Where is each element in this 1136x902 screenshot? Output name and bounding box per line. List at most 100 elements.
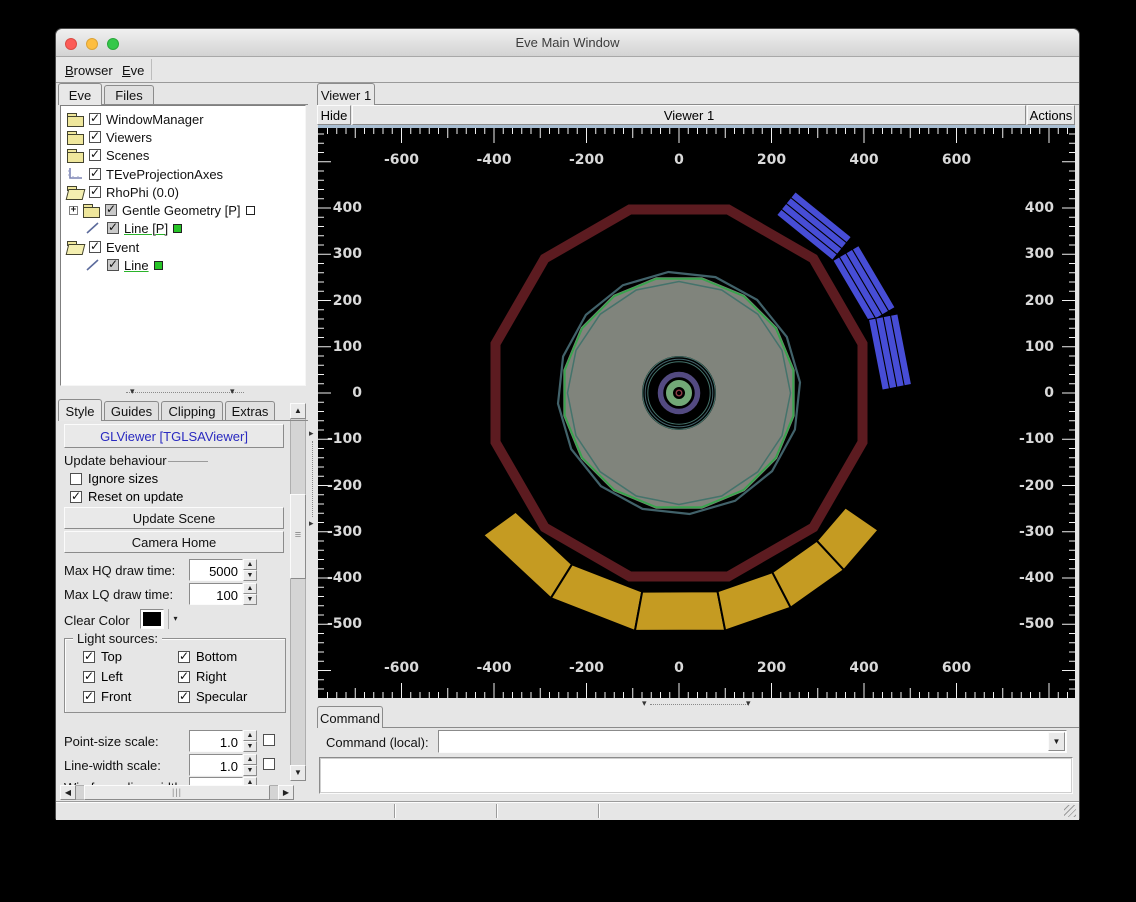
editor-vscroll-thumb[interactable]: ≡ [290, 494, 306, 579]
splitter-collapse-icon[interactable]: ▸ [309, 429, 314, 438]
splitter-collapse-icon[interactable]: ▾ [130, 387, 135, 396]
tab-clipping[interactable]: Clipping [161, 401, 223, 421]
editor-vscroll-track[interactable] [290, 403, 306, 781]
tree-item-checkbox[interactable] [89, 129, 101, 143]
wireframe-input[interactable] [189, 777, 243, 785]
tree-item-gentle-geometry[interactable]: + Gentle Geometry [P] [63, 201, 303, 219]
max-hq-input[interactable] [189, 559, 243, 581]
max-lq-input[interactable] [189, 583, 243, 605]
expand-plus-icon[interactable]: + [69, 205, 78, 215]
tree-item-checkbox[interactable] [89, 239, 101, 253]
combo-dropdown-icon[interactable]: ▼ [1048, 732, 1065, 751]
splitter-collapse-icon[interactable]: ▾ [642, 699, 647, 708]
light-specular-row[interactable]: Specular [178, 689, 247, 704]
ignore-sizes-row[interactable]: Ignore sizes [70, 471, 158, 486]
tree-item-label[interactable]: RhoPhi (0.0) [106, 185, 179, 200]
command-input[interactable] [441, 733, 1046, 750]
spin-up-icon[interactable]: ▲ [243, 754, 257, 765]
tree-item-checkbox[interactable] [89, 147, 101, 161]
gl-viewer-canvas[interactable]: -600 -600 -400 -400 -200 -200 0 0 200 200 400 400 60… [318, 125, 1075, 698]
spin-up-icon[interactable]: ▲ [243, 583, 257, 594]
tree-item-checkbox[interactable] [107, 220, 119, 234]
splitter-collapse-icon[interactable]: ▾ [230, 387, 235, 396]
camera-home-button[interactable]: Camera Home [64, 531, 284, 553]
tree-item-line-p[interactable]: Line [P] [63, 219, 303, 237]
glviewer-name-button[interactable]: GLViewer [TGLSAViewer] [64, 424, 284, 448]
spin-down-icon[interactable]: ▼ [243, 594, 257, 605]
tab-viewer-1[interactable]: Viewer 1 [317, 83, 375, 105]
spin-up-icon[interactable]: ▲ [243, 730, 257, 741]
point-size-input[interactable] [189, 730, 243, 752]
tree-item-label[interactable]: WindowManager [106, 112, 204, 127]
tree-item-checkbox[interactable] [105, 202, 117, 216]
menu-eve[interactable]: Eve [118, 61, 148, 80]
tree-item-label[interactable]: Event [106, 240, 139, 255]
spin-down-icon[interactable]: ▼ [243, 570, 257, 581]
light-right-row[interactable]: Right [178, 669, 226, 684]
scroll-up-icon[interactable]: ▲ [290, 403, 306, 419]
command-splitter[interactable] [650, 704, 748, 705]
tree-item-checkbox[interactable] [89, 166, 101, 180]
tree-item-label[interactable]: Scenes [106, 148, 149, 163]
color-swatch[interactable] [173, 223, 183, 233]
actions-button[interactable]: Actions [1027, 105, 1075, 125]
tree-item-label[interactable]: Viewers [106, 130, 152, 145]
tree-item-label[interactable]: Gentle Geometry [P] [122, 203, 241, 218]
tree-item-label[interactable]: TEveProjectionAxes [106, 167, 223, 182]
viewer-title-bar[interactable]: Viewer 1 [352, 105, 1026, 125]
line-width-checkbox[interactable] [263, 758, 275, 770]
light-top-row[interactable]: Top [83, 649, 122, 664]
light-top-checkbox[interactable] [83, 649, 95, 663]
clear-color-dropdown-icon[interactable]: ▾ [168, 609, 182, 629]
scroll-down-icon[interactable]: ▼ [290, 765, 306, 781]
clear-color-swatch-frame[interactable] [140, 609, 164, 629]
tree-splitter[interactable] [126, 392, 244, 393]
tree-item-label[interactable]: Line [P] [124, 221, 168, 236]
light-left-row[interactable]: Left [83, 669, 123, 684]
scroll-right-icon[interactable]: ▶ [278, 785, 294, 800]
tree-item-event[interactable]: Event [63, 238, 303, 256]
spin-up-icon[interactable]: ▲ [243, 777, 257, 785]
color-swatch[interactable] [153, 260, 163, 270]
light-front-row[interactable]: Front [83, 689, 131, 704]
scene-tree[interactable]: WindowManager Viewers Scenes TEveProject… [60, 105, 306, 386]
ignore-sizes-checkbox[interactable] [70, 472, 82, 485]
panel-splitter[interactable]: ▸ ▸ [308, 83, 317, 801]
command-output[interactable] [319, 757, 1073, 794]
update-scene-button[interactable]: Update Scene [64, 507, 284, 529]
menu-browser[interactable]: Browser [61, 61, 117, 80]
tab-command[interactable]: Command [317, 706, 383, 728]
tree-item-viewers[interactable]: Viewers [63, 128, 303, 146]
spin-down-icon[interactable]: ▼ [243, 741, 257, 752]
tab-guides[interactable]: Guides [104, 401, 159, 421]
light-bottom-checkbox[interactable] [178, 649, 190, 663]
tab-files[interactable]: Files [104, 85, 154, 105]
light-bottom-row[interactable]: Bottom [178, 649, 237, 664]
tab-style[interactable]: Style [58, 399, 102, 421]
tree-item-checkbox[interactable] [89, 111, 101, 125]
light-right-checkbox[interactable] [178, 669, 190, 683]
light-specular-checkbox[interactable] [178, 689, 190, 703]
tab-eve[interactable]: Eve [58, 83, 102, 105]
title-bar[interactable]: Eve Main Window [56, 29, 1079, 57]
command-combobox[interactable]: ▼ [438, 730, 1067, 753]
tree-item-checkbox[interactable] [89, 184, 101, 198]
tree-item-label[interactable]: Line [124, 258, 149, 273]
color-swatch[interactable] [245, 205, 255, 215]
light-front-checkbox[interactable] [83, 689, 95, 703]
splitter-collapse-icon[interactable]: ▸ [309, 519, 314, 528]
splitter-collapse-icon[interactable]: ▾ [746, 699, 751, 708]
spin-down-icon[interactable]: ▼ [243, 765, 257, 776]
spin-up-icon[interactable]: ▲ [243, 559, 257, 570]
hide-button[interactable]: Hide [317, 105, 351, 125]
tree-item-line[interactable]: Line [63, 256, 303, 274]
reset-on-update-checkbox[interactable] [70, 489, 82, 503]
line-width-input[interactable] [189, 754, 243, 776]
tree-item-rhophi[interactable]: RhoPhi (0.0) [63, 183, 303, 201]
clear-color-swatch[interactable] [143, 612, 161, 626]
tree-item-scenes[interactable]: Scenes [63, 146, 303, 164]
reset-on-update-row[interactable]: Reset on update [70, 489, 183, 504]
tree-item-windowmanager[interactable]: WindowManager [63, 110, 303, 128]
tree-item-checkbox[interactable] [107, 257, 119, 271]
point-size-checkbox[interactable] [263, 734, 275, 746]
